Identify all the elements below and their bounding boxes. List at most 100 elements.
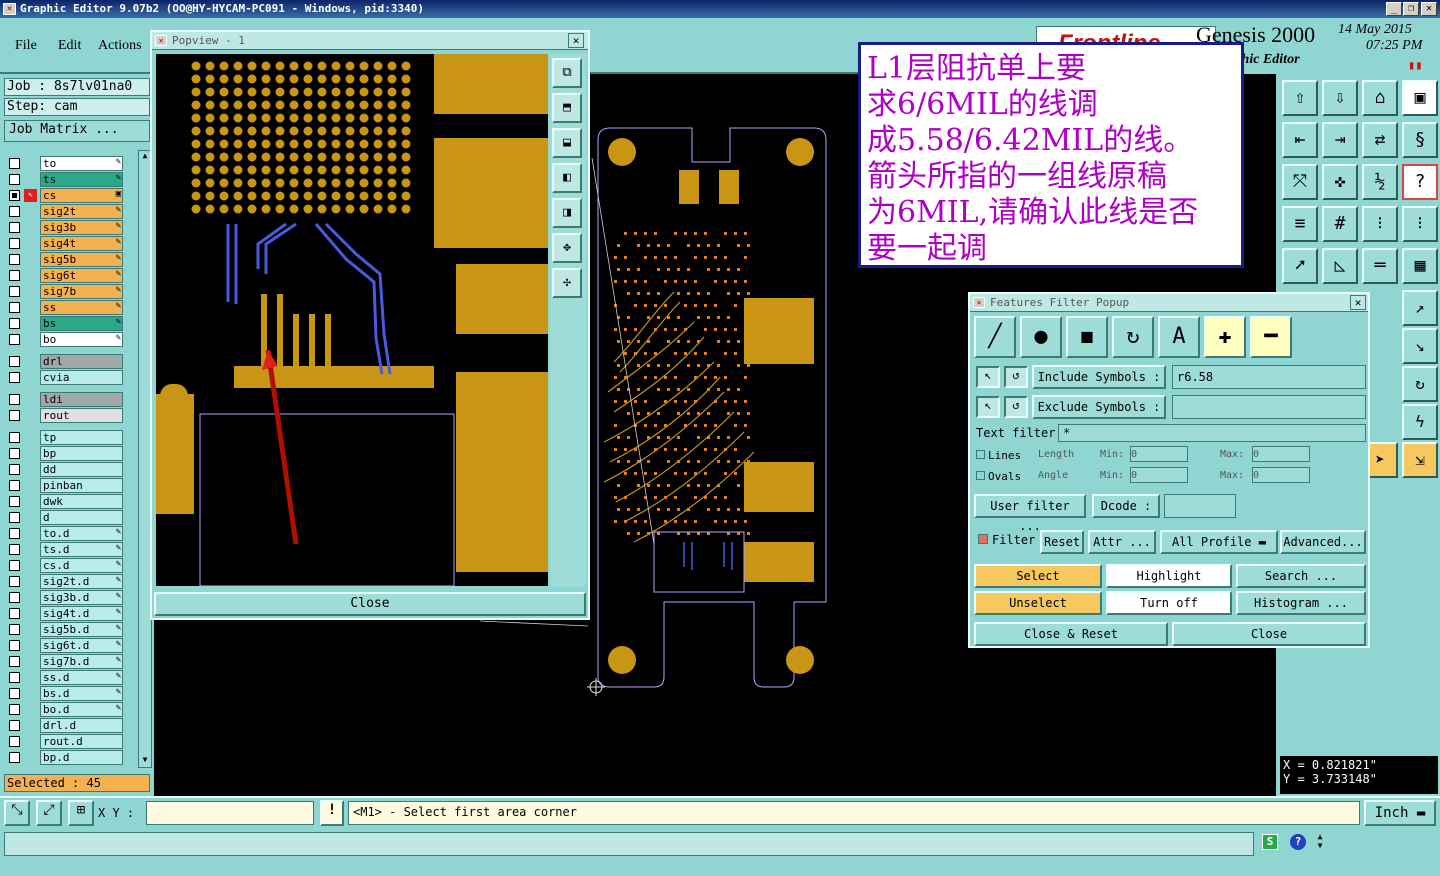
layer-row-bp-d[interactable]: bp.d — [6, 750, 124, 765]
pad-icon[interactable]: ● — [1020, 316, 1062, 358]
layer-edit-icon[interactable]: ✎ — [116, 284, 121, 297]
snap-icon[interactable]: ⁝ — [1362, 206, 1398, 242]
layer-edit-icon[interactable]: ✎ — [116, 220, 121, 233]
layer-row-to-d[interactable]: to.d ✎ — [6, 526, 124, 541]
layer-edit-icon[interactable]: ✎ — [116, 638, 121, 651]
layer-row-sig2t-d[interactable]: sig2t.d ✎ — [6, 574, 124, 589]
exclude-symbols-field[interactable] — [1172, 395, 1366, 419]
layer-row-bo-d[interactable]: bo.d ✎ — [6, 702, 124, 717]
minimize-button[interactable]: _ — [1386, 2, 1402, 16]
node-icon[interactable]: ↘ — [1402, 328, 1438, 364]
layer-checkbox[interactable] — [9, 448, 20, 459]
close-window-button[interactable]: ✕ — [1421, 2, 1437, 16]
layer-row-sig6t-d[interactable]: sig6t.d ✎ — [6, 638, 124, 653]
ffp-close-button[interactable]: Close — [1172, 622, 1366, 646]
layer-edit-icon[interactable]: ✎ — [116, 606, 121, 619]
spin-icon[interactable]: ▲ ▼ — [1314, 832, 1326, 852]
layer-edit-icon[interactable]: ✎ — [116, 622, 121, 635]
popview-canvas[interactable] — [156, 54, 548, 586]
pad-snap-icon[interactable]: ▦ — [1402, 248, 1438, 284]
text-filter-field[interactable] — [1058, 424, 1366, 442]
all-profile-dropdown[interactable]: All Profile ▬ — [1160, 530, 1278, 554]
turn-off-button[interactable]: Turn off — [1106, 591, 1232, 615]
layer-row-rout-d[interactable]: rout.d — [6, 734, 124, 749]
layer-checkbox[interactable] — [9, 410, 20, 421]
layer-checkbox[interactable] — [9, 190, 20, 201]
scale-icon[interactable]: ½ — [1362, 164, 1398, 200]
layer-row-ts[interactable]: ts ✎ — [6, 172, 124, 187]
include-arrow-icon[interactable]: ↖ — [976, 366, 1000, 388]
layer-row-ss[interactable]: ss ✎ — [6, 300, 124, 315]
layer-checkbox[interactable] — [9, 528, 20, 539]
import-icon[interactable]: ⇤ — [1282, 122, 1318, 158]
ovals-checkbox[interactable]: Ovals — [976, 470, 1021, 483]
angle-max-field[interactable] — [1252, 467, 1310, 483]
center-icon[interactable]: ✜ — [1322, 164, 1358, 200]
layer-checkbox[interactable] — [9, 512, 20, 523]
pan-left-icon[interactable]: ◧ — [552, 163, 582, 193]
ffp-close-icon[interactable]: ✕ — [1350, 295, 1366, 310]
info-icon[interactable]: ! — [320, 800, 344, 826]
layer-checkbox[interactable] — [9, 624, 20, 635]
layer-checkbox[interactable] — [9, 254, 20, 265]
layer-checkbox[interactable] — [9, 592, 20, 603]
layer-edit-icon[interactable]: ✎ — [116, 316, 121, 329]
lines-checkbox[interactable]: Lines — [976, 449, 1021, 462]
layer-row-drl[interactable]: drl — [6, 354, 124, 369]
dcode-field[interactable] — [1164, 494, 1236, 518]
line-icon[interactable]: ╱ — [974, 316, 1016, 358]
attr-button[interactable]: Attr ... — [1088, 530, 1156, 554]
layer-edit-icon[interactable]: ✎ — [116, 702, 121, 715]
script-icon[interactable]: S — [1262, 834, 1278, 850]
house-icon[interactable]: ⌂ — [1362, 80, 1398, 116]
layer-row-sig5b-d[interactable]: sig5b.d ✎ — [6, 622, 124, 637]
popview-close-button[interactable]: Close — [154, 592, 586, 616]
positive-icon[interactable]: ✚ — [1204, 316, 1246, 358]
layer-checkbox[interactable] — [9, 238, 20, 249]
layer-checkbox[interactable] — [9, 752, 20, 763]
swap-icon[interactable]: ⇄ — [1362, 122, 1398, 158]
arc-icon[interactable]: ↻ — [1112, 316, 1154, 358]
arc-tool-icon[interactable]: ↻ — [1402, 366, 1438, 402]
angle-checkbox[interactable]: Angle — [1038, 470, 1068, 481]
curve-icon[interactable]: ↗ — [1402, 290, 1438, 326]
layer-checkbox[interactable] — [9, 496, 20, 507]
angle-min-field[interactable] — [1130, 467, 1188, 483]
layer-checkbox[interactable] — [9, 318, 20, 329]
select-button[interactable]: Select — [974, 564, 1102, 588]
layer-row-sig3b[interactable]: sig3b ✎ — [6, 220, 124, 235]
advanced-button[interactable]: Advanced... — [1280, 530, 1366, 554]
text-icon[interactable]: A — [1158, 316, 1200, 358]
units-dropdown[interactable]: Inch ▬ — [1364, 800, 1436, 826]
filter-toggle[interactable]: Filter — [974, 530, 1038, 554]
layer-row-sig4t[interactable]: sig4t ✎ — [6, 236, 124, 251]
layer-edit-icon[interactable]: ✎ — [116, 172, 121, 185]
layer-edit-icon[interactable]: ✎ — [116, 654, 121, 667]
window-icon[interactable]: ▣ — [1402, 80, 1438, 116]
layer-row-sig4t-d[interactable]: sig4t.d ✎ — [6, 606, 124, 621]
layer-checkbox[interactable] — [9, 158, 20, 169]
layer-edit-icon[interactable]: ✎ — [116, 542, 121, 555]
ruler-icon[interactable]: ═ — [1362, 248, 1398, 284]
histogram-button[interactable]: Histogram ... — [1236, 591, 1366, 615]
layer-checkbox[interactable] — [9, 206, 20, 217]
layer-edit-icon[interactable]: ✎ — [116, 252, 121, 265]
layer-row-sig2t[interactable]: sig2t ✎ — [6, 204, 124, 219]
layer-edit-icon[interactable]: ✎ — [116, 558, 121, 571]
layer-row-sig3b-d[interactable]: sig3b.d ✎ — [6, 590, 124, 605]
highlight-button[interactable]: Highlight — [1106, 564, 1232, 588]
layer-edit-icon[interactable]: ✎ — [116, 590, 121, 603]
unselect-button[interactable]: Unselect — [974, 591, 1102, 615]
zoom-tool-icon[interactable]: ⤡ — [4, 800, 30, 826]
layer-row-bs-d[interactable]: bs.d ✎ — [6, 686, 124, 701]
layer-checkbox[interactable] — [9, 480, 20, 491]
layer-checkbox[interactable] — [9, 576, 20, 587]
layer-row-pinban[interactable]: pinban — [6, 478, 124, 493]
layer-row-sig7b[interactable]: sig7b ✎ — [6, 284, 124, 299]
popview-close-icon[interactable]: ✕ — [568, 33, 584, 48]
flag-icon[interactable]: ϟ — [1402, 404, 1438, 440]
layer-row-cvia[interactable]: cvia — [6, 370, 124, 385]
exclude-arrow-icon[interactable]: ↖ — [976, 396, 1000, 418]
layer-edit-icon[interactable]: ✎ — [116, 268, 121, 281]
grid-tool-icon[interactable]: ⊞ — [68, 800, 94, 826]
